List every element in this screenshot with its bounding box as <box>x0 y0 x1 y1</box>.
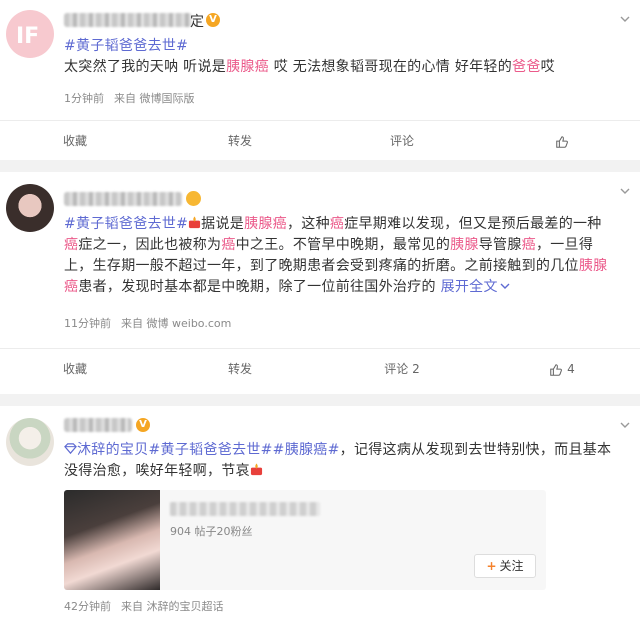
text-segment: 导管腺 <box>478 237 522 253</box>
text-segment: 太突然了我的天呐 听说是 <box>64 59 227 75</box>
post-meta: 1分钟前 来自 微博国际版 <box>64 90 205 106</box>
verified-badge-icon: V <box>136 418 150 432</box>
thumbs-up-icon <box>556 135 568 148</box>
post-time[interactable]: 42分钟前 <box>64 600 111 613</box>
plus-icon: + <box>486 559 497 573</box>
keyword-link[interactable]: 爸爸 <box>512 59 541 75</box>
thumbs-up-icon <box>550 363 563 376</box>
hashtag-link[interactable]: #黄子韬爸爸去世# <box>149 442 273 458</box>
action-bar: 收藏 转发 评论 2 4 <box>0 348 640 388</box>
avatar[interactable]: IF <box>6 10 54 58</box>
text-segment: 哎 <box>540 59 555 75</box>
text-segment: 中之王。不管早中晚期，最常见的 <box>235 237 451 253</box>
emoji-face-icon <box>186 191 201 206</box>
card-title-blurred <box>170 502 320 516</box>
card-cover-image <box>64 490 160 590</box>
comment-button[interactable]: 评论 2 <box>322 349 482 389</box>
post-source: 来自 沐辞的宝贝超话 <box>121 600 224 613</box>
chevron-down-icon[interactable] <box>620 420 630 430</box>
post-2: #黄子韬爸爸去世# 据说是胰腺癌，这种癌症早期难以发现，但又是预后最差的一种癌症之… <box>0 172 640 394</box>
hashtag-link[interactable]: #黄子韬爸爸去世# <box>64 38 188 54</box>
keyword-link[interactable]: 癌 <box>522 237 536 253</box>
collect-button[interactable]: 收藏 <box>0 121 150 161</box>
post-text: 沐辞的宝贝#黄子韬爸爸去世##胰腺癌#，记得这病从发现到去世特别快，而且基本没得… <box>64 440 612 482</box>
text-segment: 哎 无法想象韬哥现在的心情 好年轻的 <box>268 59 513 75</box>
hashtag-link[interactable]: #黄子韬爸爸去世# <box>64 216 188 232</box>
collect-button[interactable]: 收藏 <box>0 349 150 389</box>
post-time[interactable]: 1分钟前 <box>64 92 104 105</box>
post-meta: 42分钟前 来自 沐辞的宝贝超话 <box>64 598 234 614</box>
hashtag-link[interactable]: #胰腺癌# <box>273 442 340 458</box>
chevron-down-icon[interactable] <box>620 186 630 196</box>
chevron-down-icon <box>500 283 510 289</box>
forward-button[interactable]: 转发 <box>160 121 320 161</box>
text-segment: 症之一，因此也被称为 <box>78 237 222 253</box>
follow-button[interactable]: + 关注 <box>474 554 536 578</box>
keyword-link[interactable]: 癌 <box>64 237 78 253</box>
text-segment: 患者，发现时基本都是中晚期，除了一位前往国外治疗的 <box>78 279 436 295</box>
post-1: IF 定 V #黄子韬爸爸去世# 太突然了我的天呐 听说是胰腺癌 哎 无法想象韬… <box>0 0 640 160</box>
text-segment: ，这种 <box>286 216 330 232</box>
fire-emoji-icon <box>250 463 262 476</box>
fire-emoji-icon <box>189 216 201 229</box>
post-time[interactable]: 11分钟前 <box>64 317 111 330</box>
text-segment: 症早期难以发现，但又是预后最差的一种 <box>344 216 602 232</box>
svg-text:IF: IF <box>16 24 39 49</box>
post-meta: 11分钟前 来自 微博 weibo.com <box>64 315 241 331</box>
forward-button[interactable]: 转发 <box>160 349 320 389</box>
text-segment: 据说是 <box>201 216 245 232</box>
card-stats: 904 帖子20粉丝 <box>170 525 253 538</box>
username-suffix: 定 <box>190 14 204 30</box>
avatar[interactable] <box>6 184 54 232</box>
like-count: 4 <box>567 362 575 376</box>
username-blurred[interactable] <box>64 13 192 27</box>
verified-badge-icon: V <box>206 13 220 27</box>
post-3: V 沐辞的宝贝#黄子韬爸爸去世##胰腺癌#，记得这病从发现到去世特别快，而且基本… <box>0 406 640 632</box>
username-blurred[interactable] <box>64 418 132 432</box>
super-topic-card[interactable]: 904 帖子20粉丝 + 关注 <box>64 490 546 590</box>
post-source: 来自 微博国际版 <box>114 92 195 105</box>
comment-button[interactable]: 评论 <box>322 121 482 161</box>
expand-full-text-link[interactable]: 展开全文 <box>441 279 498 295</box>
avatar[interactable] <box>6 418 54 466</box>
post-text: #黄子韬爸爸去世# 据说是胰腺癌，这种癌症早期难以发现，但又是预后最差的一种癌症之… <box>64 214 612 298</box>
like-button[interactable]: 4 <box>484 349 640 389</box>
chevron-down-icon[interactable] <box>620 14 630 24</box>
follow-label: 关注 <box>499 559 524 573</box>
action-bar: 收藏 转发 评论 <box>0 120 640 160</box>
username-blurred[interactable] <box>64 192 182 206</box>
post-text: #黄子韬爸爸去世# 太突然了我的天呐 听说是胰腺癌 哎 无法想象韬哥现在的心情 … <box>64 36 612 78</box>
super-topic-icon <box>64 443 77 455</box>
keyword-link[interactable]: 胰腺癌 <box>244 216 287 232</box>
keyword-link[interactable]: 癌 <box>221 237 235 253</box>
keyword-link[interactable]: 胰腺癌 <box>226 59 269 75</box>
post-source: 来自 微博 weibo.com <box>121 317 232 330</box>
super-topic-link[interactable]: 沐辞的宝贝 <box>77 442 149 458</box>
like-button[interactable] <box>484 121 640 161</box>
keyword-link[interactable]: 胰腺 <box>450 237 479 253</box>
keyword-link[interactable]: 癌 <box>330 216 344 232</box>
